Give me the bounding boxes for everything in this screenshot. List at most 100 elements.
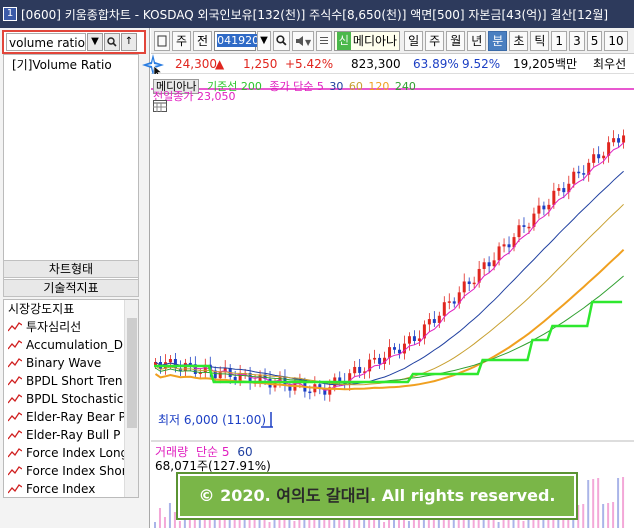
price-change-percent: +5.42% <box>285 57 334 71</box>
turnover-rate: 9.52% <box>462 57 501 71</box>
indicator-category[interactable]: 시장강도지표 <box>4 300 138 318</box>
indicator-item[interactable]: Force Index Long <box>4 444 124 462</box>
indicator-item[interactable]: 투자심리선 <box>4 318 124 336</box>
candle-body <box>617 138 621 143</box>
indicator-item[interactable]: Force Index Shor <box>4 462 124 480</box>
indicator-item[interactable]: BPDL Stochastic <box>4 390 124 408</box>
candle-body <box>462 281 466 293</box>
volume-bar <box>577 505 580 528</box>
dropdown-icon[interactable]: ▼ <box>87 33 103 51</box>
cursor-highlight-icon <box>142 54 164 76</box>
candle-body <box>308 391 312 394</box>
candle-body <box>472 282 476 285</box>
volume-bar <box>173 512 176 528</box>
indicator-item[interactable]: Accumulation_Di <box>4 336 124 354</box>
volume-bar <box>368 518 371 528</box>
period-button[interactable]: 1 <box>551 30 568 51</box>
indicator-search-box: volume ratio ▼ ↑ <box>2 30 146 54</box>
period-button[interactable]: 5 <box>586 30 603 51</box>
volume-bar <box>497 522 500 528</box>
technical-indicators-button[interactable]: 기술적지표 <box>3 279 139 297</box>
window-number-badge: 1 <box>3 7 17 21</box>
candle-body <box>562 188 566 193</box>
indicator-item[interactable]: Elder-Ray Bull P <box>4 426 124 444</box>
copyright-author: 여의도 갈대리 <box>276 486 371 505</box>
candle-body <box>577 171 581 174</box>
volume-bar <box>203 520 206 528</box>
volume-bar <box>178 521 181 528</box>
current-price: 24,300 <box>175 57 217 71</box>
period-button[interactable]: 년 <box>467 30 487 51</box>
candle-body <box>527 226 531 229</box>
arrow-up-icon[interactable]: ↑ <box>121 33 137 51</box>
svg-text:▼: ▼ <box>305 38 311 47</box>
period-button[interactable]: 분 <box>488 30 508 51</box>
scrollbar-thumb[interactable] <box>127 318 137 428</box>
search-icon[interactable] <box>272 30 290 51</box>
code-dropdown-icon[interactable]: ▼ <box>257 30 271 51</box>
candle-body <box>622 135 626 143</box>
candle-body <box>402 343 406 354</box>
candle-body <box>388 347 392 358</box>
candle-body <box>412 336 416 341</box>
candle-body <box>338 377 342 382</box>
volume-bar <box>602 504 605 528</box>
indicator-item[interactable]: BPDL Short Tren <box>4 372 124 390</box>
period-button[interactable]: 월 <box>446 30 466 51</box>
indicator-item[interactable]: Binary Wave <box>4 354 124 372</box>
candle-body <box>507 244 511 248</box>
candle-body <box>452 301 456 304</box>
period-button[interactable]: 초 <box>509 30 529 51</box>
speaker-icon[interactable]: ▼ <box>291 30 314 51</box>
candle-body <box>487 262 491 267</box>
period-button[interactable]: 3 <box>569 30 585 51</box>
list-scrollbar[interactable] <box>124 300 138 497</box>
weekly-toggle[interactable]: 주 <box>172 30 192 51</box>
period-button[interactable]: 일 <box>404 30 424 51</box>
volume-bar <box>457 519 460 528</box>
candle-body <box>378 357 382 364</box>
candle-body <box>542 205 546 210</box>
best-quote: 최우선 <box>593 57 627 71</box>
copyright-banner: © 2020. 여의도 갈대리. All rights reserved. <box>176 472 578 520</box>
volume-bar <box>293 521 296 528</box>
trade-amount: 19,205백만 <box>513 57 578 71</box>
search-icon[interactable] <box>104 33 120 51</box>
line-chart-icon <box>8 322 22 332</box>
candle-body <box>592 154 596 163</box>
new-listing-tag: 신 <box>336 31 351 50</box>
line-chart-icon <box>8 394 22 404</box>
line-chart-icon <box>8 466 22 476</box>
chart-icon[interactable] <box>154 30 170 51</box>
line-chart-icon <box>8 448 22 458</box>
candle-body <box>397 349 401 354</box>
period-button[interactable]: 10 <box>604 30 628 51</box>
list-icon[interactable] <box>315 30 332 51</box>
line-chart-icon <box>8 358 22 368</box>
legend-ma-30: 30 <box>329 80 344 93</box>
candle-body <box>447 301 451 303</box>
candle-body <box>407 336 411 344</box>
period-button[interactable]: 틱 <box>530 30 550 51</box>
volume-bar <box>507 517 510 528</box>
candle-body <box>557 188 561 191</box>
indicator-list: 시장강도지표 투자심리선 Accumulation_Di Binary Wave BP… <box>3 299 139 498</box>
search-result-item[interactable]: [기]Volume Ratio <box>12 56 130 73</box>
candle-body <box>517 225 521 238</box>
indicator-item[interactable]: Force Index <box>4 480 124 497</box>
volume-bar <box>522 521 525 528</box>
volume-bar <box>622 477 625 528</box>
trade-volume: 823,300 <box>351 57 401 71</box>
period-button[interactable]: 주 <box>425 30 445 51</box>
candle-body <box>168 358 172 363</box>
price-chart-area[interactable]: 메디아나 기준선 200 종가 단순 5 30 60 120 240 전일종가 … <box>151 74 634 528</box>
indicator-search-input[interactable]: volume ratio <box>6 33 86 51</box>
candle-body <box>597 154 601 159</box>
all-toggle[interactable]: 전 <box>193 30 213 51</box>
indicator-item[interactable]: Elder-Ray Bear P <box>4 408 124 426</box>
chart-type-button[interactable]: 차트형태 <box>3 260 139 278</box>
candle-body <box>353 366 357 374</box>
volume-bar <box>612 502 615 528</box>
calendar-icon[interactable] <box>153 100 167 115</box>
stock-code-input[interactable]: 041920 <box>214 30 260 51</box>
